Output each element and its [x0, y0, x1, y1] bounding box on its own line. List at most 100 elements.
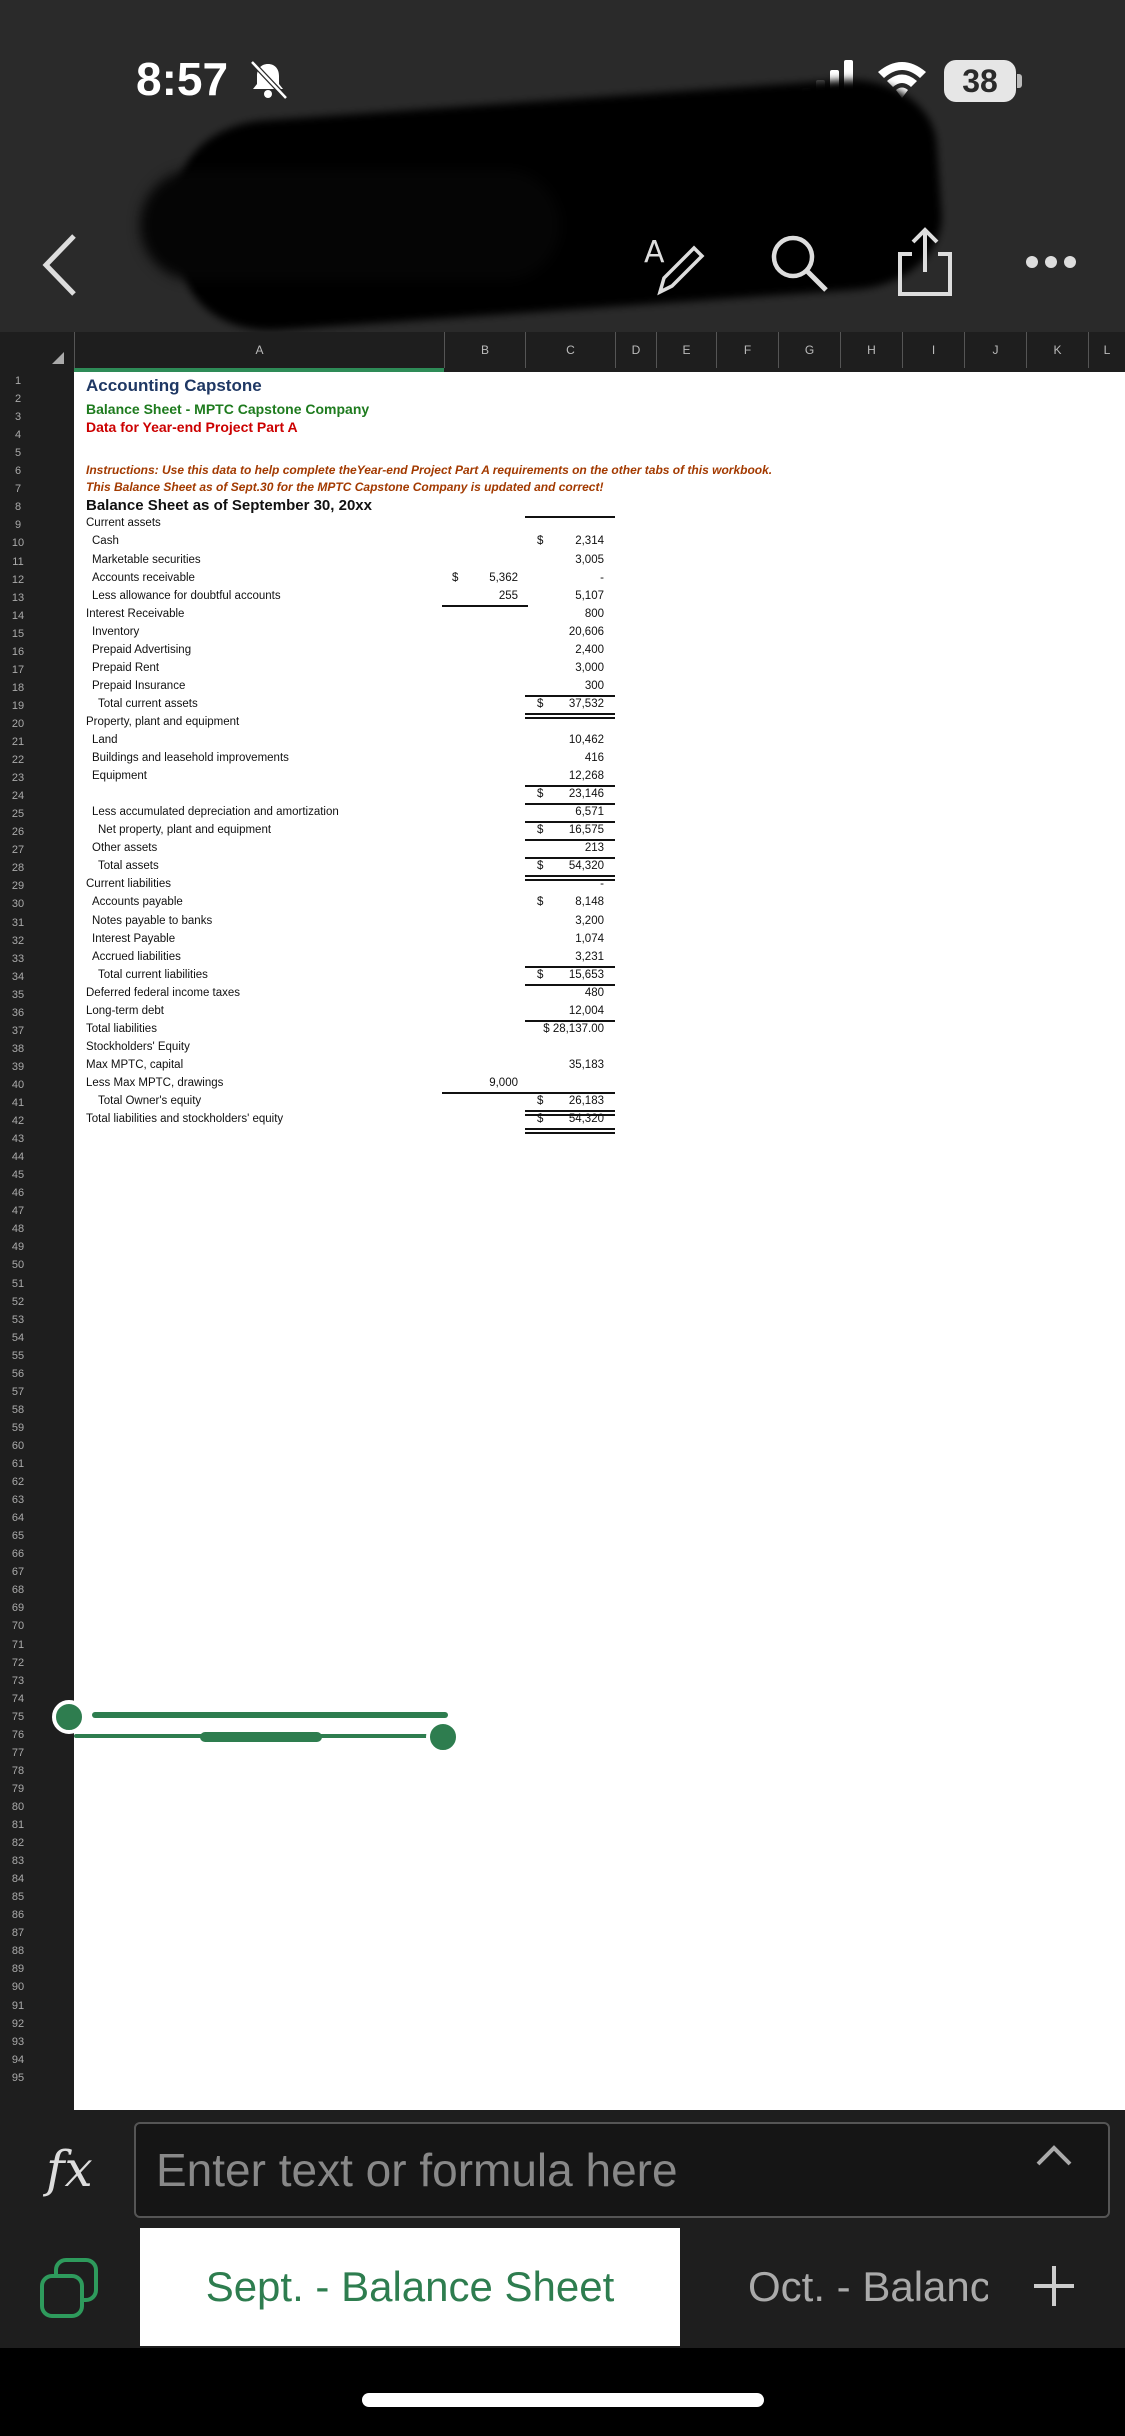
- row-label[interactable]: Accounts receivable: [92, 572, 195, 584]
- row-label[interactable]: Total assets: [98, 860, 159, 872]
- search-icon[interactable]: [768, 232, 830, 294]
- row-header[interactable]: 51: [0, 1275, 36, 1293]
- tab-oct-balance-sheet[interactable]: Oct. - Balanc: [748, 2228, 988, 2346]
- row-header[interactable]: 69: [0, 1599, 36, 1617]
- sheet-subtitle[interactable]: Balance Sheet - MPTC Capstone Company: [86, 401, 369, 417]
- row-header[interactable]: 27: [0, 841, 36, 859]
- row-header[interactable]: 43: [0, 1130, 36, 1148]
- row-label[interactable]: Accounts payable: [92, 896, 183, 908]
- row-header[interactable]: 7: [0, 480, 36, 498]
- row-header[interactable]: 42: [0, 1112, 36, 1130]
- row-header[interactable]: 88: [0, 1942, 36, 1960]
- row-header[interactable]: 60: [0, 1437, 36, 1455]
- row-label[interactable]: Less Max MPTC, drawings: [86, 1077, 223, 1089]
- column-c-value[interactable]: 3,200: [514, 915, 604, 927]
- row-label[interactable]: Buildings and leasehold improvements: [92, 752, 289, 764]
- row-header[interactable]: 90: [0, 1978, 36, 1996]
- column-header-l[interactable]: L: [1088, 332, 1125, 368]
- row-header[interactable]: 31: [0, 914, 36, 932]
- row-header[interactable]: 17: [0, 661, 36, 679]
- row-label[interactable]: Inventory: [92, 626, 139, 638]
- row-label[interactable]: Total liabilities and stockholders' equi…: [86, 1113, 283, 1125]
- column-c-value[interactable]: 3,005: [514, 554, 604, 566]
- row-header[interactable]: 32: [0, 932, 36, 950]
- column-header-b[interactable]: B: [444, 332, 525, 368]
- column-c-value[interactable]: 37,532: [514, 698, 604, 710]
- spreadsheet-grid[interactable]: ABCDEFGHIJKL 1 2 3 4 5 6 7 8 9 10 11 12 13 14 15 16 17 18…: [0, 332, 1125, 2110]
- row-label[interactable]: Accrued liabilities: [92, 951, 181, 963]
- row-label[interactable]: Interest Payable: [92, 933, 175, 945]
- row-header[interactable]: 3: [0, 408, 36, 426]
- row-header[interactable]: 6: [0, 462, 36, 480]
- row-header[interactable]: 93: [0, 2033, 36, 2051]
- column-c-value[interactable]: 8,148: [514, 896, 604, 908]
- row-header[interactable]: 53: [0, 1311, 36, 1329]
- column-c-value[interactable]: 3,000: [514, 662, 604, 674]
- row-header[interactable]: 26: [0, 823, 36, 841]
- row-header[interactable]: 2: [0, 390, 36, 408]
- row-label[interactable]: Notes payable to banks: [92, 915, 212, 927]
- row-header[interactable]: 65: [0, 1527, 36, 1545]
- row-label[interactable]: Interest Receivable: [86, 608, 184, 620]
- formula-input[interactable]: Enter text or formula here: [134, 2122, 1110, 2218]
- row-label[interactable]: Marketable securities: [92, 554, 201, 566]
- row-header[interactable]: 63: [0, 1491, 36, 1509]
- row-header[interactable]: 59: [0, 1419, 36, 1437]
- fx-function-icon[interactable]: fx: [46, 2140, 93, 2198]
- row-header[interactable]: 48: [0, 1220, 36, 1238]
- row-header[interactable]: 49: [0, 1238, 36, 1256]
- row-header[interactable]: 68: [0, 1581, 36, 1599]
- row-label[interactable]: Other assets: [92, 842, 157, 854]
- select-all-corner[interactable]: [0, 332, 74, 372]
- row-header[interactable]: 77: [0, 1744, 36, 1762]
- column-c-value[interactable]: 2,314: [514, 535, 604, 547]
- row-header[interactable]: 21: [0, 733, 36, 751]
- back-chevron-icon[interactable]: [40, 232, 80, 298]
- row-header[interactable]: 83: [0, 1852, 36, 1870]
- row-header[interactable]: 19: [0, 697, 36, 715]
- row-header[interactable]: 40: [0, 1076, 36, 1094]
- row-header[interactable]: 72: [0, 1654, 36, 1672]
- row-header[interactable]: 23: [0, 769, 36, 787]
- column-c-value[interactable]: 12,268: [514, 770, 604, 782]
- row-label[interactable]: Land: [92, 734, 118, 746]
- row-header[interactable]: 8: [0, 498, 36, 516]
- row-header[interactable]: 75: [0, 1708, 36, 1726]
- column-header-a[interactable]: A: [74, 332, 444, 368]
- row-header[interactable]: 5: [0, 444, 36, 462]
- column-header-j[interactable]: J: [964, 332, 1026, 368]
- column-c-value[interactable]: 480: [514, 987, 604, 999]
- row-label[interactable]: Total current liabilities: [98, 969, 208, 981]
- column-c-value[interactable]: 26,183: [514, 1095, 604, 1107]
- row-header[interactable]: 16: [0, 643, 36, 661]
- row-header[interactable]: 84: [0, 1870, 36, 1888]
- row-header[interactable]: 67: [0, 1563, 36, 1581]
- add-sheet-icon[interactable]: [1030, 2262, 1078, 2310]
- row-header[interactable]: 76: [0, 1726, 36, 1744]
- share-icon[interactable]: [894, 226, 956, 298]
- row-header[interactable]: 24: [0, 787, 36, 805]
- row-header[interactable]: 91: [0, 1997, 36, 2015]
- row-header[interactable]: 56: [0, 1365, 36, 1383]
- row-header[interactable]: 61: [0, 1455, 36, 1473]
- sheet-data-label[interactable]: Data for Year-end Project Part A: [86, 419, 298, 435]
- selection-end-handle[interactable]: [426, 1720, 460, 1754]
- row-header[interactable]: 50: [0, 1256, 36, 1274]
- row-header[interactable]: 54: [0, 1329, 36, 1347]
- column-c-value[interactable]: 300: [514, 680, 604, 692]
- expand-chevron-up-icon[interactable]: [1034, 2142, 1074, 2168]
- row-header[interactable]: 28: [0, 859, 36, 877]
- column-c-value[interactable]: 16,575: [514, 824, 604, 836]
- row-label[interactable]: Prepaid Rent: [92, 662, 159, 674]
- row-header[interactable]: 92: [0, 2015, 36, 2033]
- column-c-value[interactable]: 15,653: [514, 969, 604, 981]
- row-label[interactable]: Current assets: [86, 517, 161, 529]
- column-b-value[interactable]: 5,362: [428, 572, 518, 584]
- selection-start-handle[interactable]: [52, 1700, 86, 1734]
- row-label[interactable]: Deferred federal income taxes: [86, 987, 240, 999]
- row-header[interactable]: 58: [0, 1401, 36, 1419]
- instructions-line-2[interactable]: This Balance Sheet as of Sept.30 for the…: [86, 480, 603, 494]
- row-label[interactable]: Less accumulated depreciation and amorti…: [92, 806, 339, 818]
- row-header[interactable]: 79: [0, 1780, 36, 1798]
- column-header-k[interactable]: K: [1026, 332, 1088, 368]
